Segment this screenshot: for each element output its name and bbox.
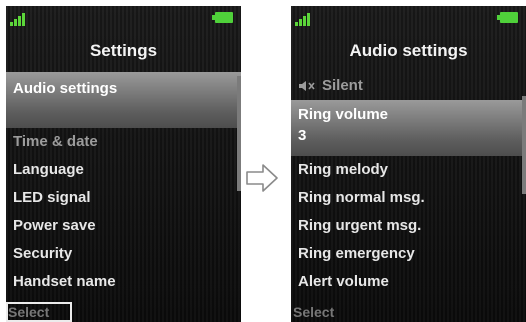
menu-item-ring-normal-msg[interactable]: Ring normal msg. — [291, 184, 526, 212]
settings-menu: Audio settings Time & date Language LED … — [6, 72, 241, 296]
menu-item-alert-volume[interactable]: Alert volume — [291, 268, 526, 296]
menu-item-ring-emergency[interactable]: Ring emergency — [291, 240, 526, 268]
battery-icon — [212, 12, 233, 23]
menu-item-ring-volume[interactable]: Ring volume 3 — [291, 100, 526, 156]
audio-settings-menu: Silent Ring volume 3 Ring melody Ring no… — [291, 72, 526, 296]
select-softkey[interactable]: Select — [6, 302, 72, 322]
settings-screen: Settings Audio settings Time & date Lang… — [6, 6, 241, 322]
audio-settings-screen: Audio settings Silent Ring volume 3 Ring… — [291, 6, 526, 322]
page-title: Audio settings — [349, 41, 468, 60]
menu-item-language[interactable]: Language — [6, 156, 241, 184]
menu-item-power-save[interactable]: Power save — [6, 212, 241, 240]
scrollbar[interactable] — [237, 76, 241, 191]
menu-item-ring-urgent-msg[interactable]: Ring urgent msg. — [291, 212, 526, 240]
signal-bars-icon — [295, 10, 315, 26]
menu-item-silent[interactable]: Silent — [291, 72, 526, 100]
menu-item-label: Ring volume — [298, 106, 389, 123]
signal-bars-icon — [10, 10, 30, 26]
menu-item-label: Silent — [322, 77, 363, 94]
right-arrow-icon — [246, 164, 278, 192]
menu-item-handset-name[interactable]: Handset name — [6, 268, 241, 296]
battery-icon — [497, 12, 518, 23]
select-softkey[interactable]: Select — [291, 302, 357, 322]
menu-item-led-signal[interactable]: LED signal — [6, 184, 241, 212]
ring-volume-value: 3 — [298, 127, 307, 144]
menu-item-security[interactable]: Security — [6, 240, 241, 268]
scrollbar[interactable] — [522, 96, 526, 194]
speaker-mute-icon — [299, 81, 315, 92]
page-title: Settings — [89, 41, 158, 60]
menu-item-ring-melody[interactable]: Ring melody — [291, 156, 526, 184]
menu-item-time-date[interactable]: Time & date — [6, 128, 241, 156]
menu-item-audio-settings[interactable]: Audio settings — [6, 72, 241, 128]
